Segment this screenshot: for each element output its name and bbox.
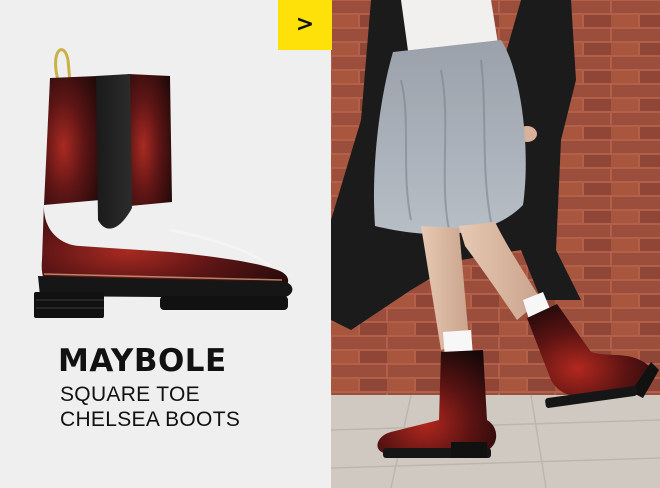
product-subtitle-line1: SQUARE TOE (60, 383, 200, 406)
product-subtitle-line2: CHELSEA BOOTS (60, 408, 241, 431)
next-arrow-button[interactable]: > (278, 0, 332, 50)
product-boot-image (34, 48, 293, 318)
chevron-right-icon: > (295, 12, 315, 37)
lifestyle-photo (331, 0, 660, 488)
product-banner[interactable]: MAYBOLE SQUARE TOE CHELSEA BOOTS > (0, 0, 660, 488)
product-panel: MAYBOLE SQUARE TOE CHELSEA BOOTS (0, 0, 331, 488)
product-title: MAYBOLE (58, 343, 227, 379)
lifestyle-photo-panel (331, 0, 660, 488)
